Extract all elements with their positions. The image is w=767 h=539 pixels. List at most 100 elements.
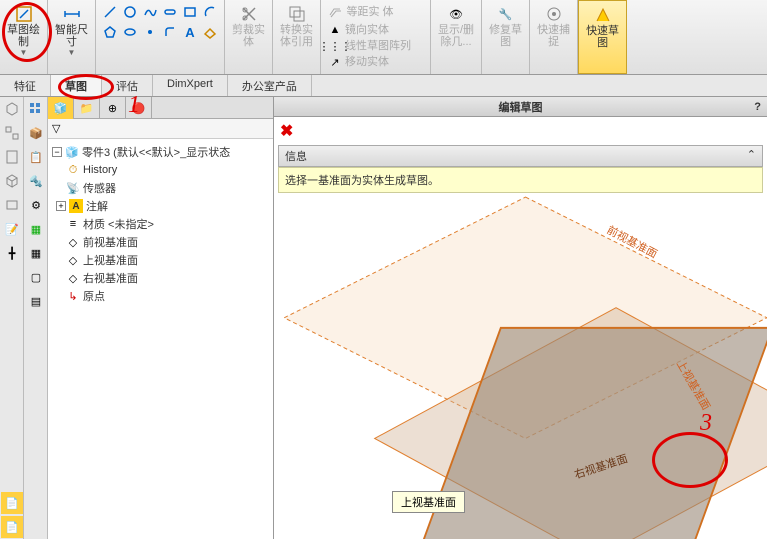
ellipse-tool[interactable]	[121, 23, 139, 41]
tab-evaluate[interactable]: 评估	[102, 75, 153, 96]
help-icon[interactable]: ?	[754, 101, 761, 113]
plane-top-label: 上视基准面	[83, 252, 138, 268]
left-toolbar-2: 📦 📋 🔩 ⚙ ▦ ▦ ▢ ▤	[24, 97, 48, 539]
smart-dim-label: 智能尺 寸	[55, 24, 88, 48]
tree-sensors[interactable]: 📡传感器	[52, 179, 269, 197]
feature-tree-panel: 🧊 📁 ⊕ 🔴 ▽ −🧊零件3 (默认<<默认>_显示状态 ⏱History 📡…	[48, 97, 274, 539]
lt-doc2-icon[interactable]: 📄	[1, 516, 23, 538]
point-tool[interactable]	[141, 23, 159, 41]
tree-tab-display[interactable]: 🔴	[126, 97, 152, 119]
history-label: History	[83, 164, 117, 176]
lt-note-icon[interactable]: 📝	[1, 218, 23, 240]
tree-plane-right[interactable]: ◇右视基准面	[52, 269, 269, 287]
rapid-sketch-button[interactable]: 快速草 图	[583, 3, 622, 51]
view-title: 编辑草图	[499, 99, 543, 115]
tree-tab-property[interactable]: ⊕	[100, 97, 126, 119]
sketch-tools-grid: A	[100, 2, 220, 42]
command-tabs: 特征 草图 评估 DimXpert 办公室产品	[0, 75, 767, 97]
lt2-grid-icon[interactable]	[25, 98, 47, 120]
trim-icon	[239, 4, 259, 24]
dropdown-arrow-icon: ▼	[20, 48, 28, 57]
sketch-draw-button[interactable]: 草图绘 制 ▼	[4, 2, 43, 59]
sketch-icon	[14, 4, 34, 24]
tree-root[interactable]: −🧊零件3 (默认<<默认>_显示状态	[52, 143, 269, 161]
lt2-sheet-icon[interactable]: 📋	[25, 146, 47, 168]
spline-tool[interactable]	[141, 3, 159, 21]
expand-icon[interactable]: +	[56, 201, 66, 211]
lt2-mold-icon[interactable]: ⚙	[25, 194, 47, 216]
polygon-tool[interactable]	[101, 23, 119, 41]
sensor-icon: 📡	[66, 181, 80, 195]
offset-label[interactable]: 等距实 体	[345, 7, 395, 17]
tab-office[interactable]: 办公室产品	[228, 75, 312, 96]
show-hide-label: 显示/删 除几...	[438, 24, 474, 48]
trim-button[interactable]: 剪裁实 体	[229, 2, 268, 50]
lt2-cell-icon[interactable]: ▢	[25, 266, 47, 288]
text-tool[interactable]: A	[181, 23, 199, 41]
main-area: 📝 ╋ 📄 📄 📦 📋 🔩 ⚙ ▦ ▦ ▢ ▤ 🧊 📁 ⊕ 🔴 ▽ −🧊零件3 …	[0, 97, 767, 539]
tree-plane-top[interactable]: ◇上视基准面	[52, 251, 269, 269]
collapse-chevron-icon[interactable]: ⌃	[747, 148, 756, 164]
tab-features[interactable]: 特征	[0, 75, 51, 96]
ribbon-toolbar: 草图绘 制 ▼ 智能尺 寸 ▼ A 剪裁实 体	[0, 0, 767, 75]
lt2-struct-icon[interactable]: 🔩	[25, 170, 47, 192]
lt2-layers-icon[interactable]: ▤	[25, 290, 47, 312]
quick-snap-button[interactable]: 快速捕 捉	[534, 2, 573, 50]
tree-tab-feature[interactable]: 🧊	[48, 97, 74, 119]
view-header: 编辑草图 ?	[274, 97, 767, 117]
rect-tool[interactable]	[181, 3, 199, 21]
arc-tool[interactable]	[201, 3, 219, 21]
lt-box-icon[interactable]	[1, 194, 23, 216]
repair-button[interactable]: 🔧 修复草 图	[486, 2, 525, 50]
collapse-icon[interactable]: −	[52, 147, 62, 157]
lt-assembly-icon[interactable]	[1, 122, 23, 144]
convert-button[interactable]: 转换实 体引用	[277, 2, 316, 50]
tree-material[interactable]: ≡材质 <未指定>	[52, 215, 269, 233]
tree-plane-front[interactable]: ◇前视基准面	[52, 233, 269, 251]
mirror-label[interactable]: 镜向实体	[345, 24, 389, 36]
snap-label: 快速捕 捉	[537, 24, 570, 48]
plane-tool[interactable]	[201, 23, 219, 41]
close-button[interactable]: ✖	[280, 121, 293, 141]
tree-body: −🧊零件3 (默认<<默认>_显示状态 ⏱History 📡传感器 +A注解 ≡…	[48, 139, 273, 539]
tree-tabs: 🧊 📁 ⊕ 🔴	[48, 97, 273, 119]
tab-dimxpert[interactable]: DimXpert	[153, 75, 228, 96]
tree-annotations[interactable]: +A注解	[52, 197, 269, 215]
root-label: 零件3 (默认<<默认>_显示状态	[82, 144, 230, 160]
lt2-table-icon[interactable]: ▦	[25, 218, 47, 240]
lt-axis-icon[interactable]: ╋	[1, 242, 23, 264]
lt-part-icon[interactable]	[1, 98, 23, 120]
dropdown-arrow-icon: ▼	[68, 48, 76, 57]
tree-origin[interactable]: ↳原点	[52, 287, 269, 305]
move-icon: ↗	[326, 53, 344, 71]
smart-dimension-button[interactable]: 智能尺 寸 ▼	[52, 2, 91, 59]
show-hide-button[interactable]: 👁 显示/删 除几...	[435, 2, 477, 50]
tree-filter-bar[interactable]: ▽	[48, 119, 273, 139]
plane-tooltip: 上视基准面	[392, 491, 465, 513]
lt2-part-icon[interactable]: 📦	[25, 122, 47, 144]
dimension-icon	[62, 4, 82, 24]
slot-tool[interactable]	[161, 3, 179, 21]
convert-label: 转换实 体引用	[280, 24, 313, 48]
lt-doc-icon[interactable]: 📄	[1, 492, 23, 514]
pattern-label[interactable]: 线性草图阵列	[345, 40, 411, 52]
lt2-grid2-icon[interactable]: ▦	[25, 242, 47, 264]
model-canvas[interactable]: 前视基准面 上视基准面 右视基准面 上视基准面	[274, 177, 767, 539]
sketch-draw-label: 草图绘 制	[7, 24, 40, 48]
circle-tool[interactable]	[121, 3, 139, 21]
offset-icon	[326, 3, 344, 21]
line-tool[interactable]	[101, 3, 119, 21]
graphics-view[interactable]: 编辑草图 ? ✖ 信息 ⌃ 选择一基准面为实体生成草图。 前视基准面 上视基准面…	[274, 97, 767, 539]
convert-icon	[287, 4, 307, 24]
move-label[interactable]: 移动实体	[345, 56, 389, 68]
tree-tab-config[interactable]: 📁	[74, 97, 100, 119]
left-toolbar: 📝 ╋ 📄 📄	[0, 97, 24, 539]
lt-drawing-icon[interactable]	[1, 146, 23, 168]
fillet-tool[interactable]	[161, 23, 179, 41]
plane-icon: ◇	[66, 235, 80, 249]
tree-history[interactable]: ⏱History	[52, 161, 269, 179]
tab-sketch[interactable]: 草图	[51, 75, 102, 96]
info-header[interactable]: 信息 ⌃	[278, 145, 763, 167]
lt-cube-icon[interactable]	[1, 170, 23, 192]
repair-label: 修复草 图	[489, 24, 522, 48]
